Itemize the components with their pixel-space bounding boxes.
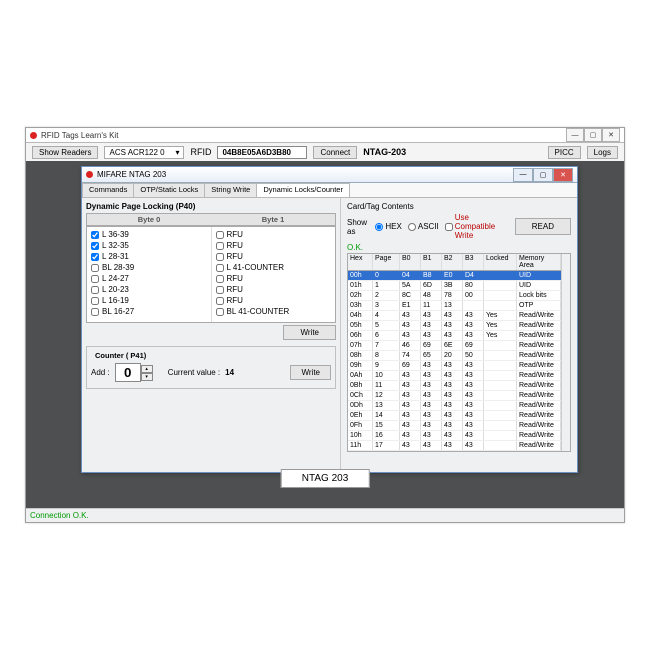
counter-add-input[interactable] (115, 363, 141, 382)
tab-bar: CommandsOTP/Static LocksString WriteDyna… (82, 183, 577, 198)
table-row[interactable]: 10h1643434343Read/Write (348, 431, 561, 441)
child-minimize-button[interactable]: — (513, 168, 533, 182)
record-icon (86, 171, 93, 178)
lock-bit-checkbox[interactable]: RFU (216, 251, 332, 262)
lock-bit-checkbox[interactable]: BL 16-27 (91, 306, 207, 317)
app-window: RFID Tags Learn's Kit — ▢ ✕ Show Readers… (25, 127, 625, 523)
memory-grid[interactable]: HexPageB0B1B2B3LockedMemory Area 00h004B… (347, 253, 571, 452)
table-row[interactable]: 07h746696E69Read/Write (348, 341, 561, 351)
tab-string-write[interactable]: String Write (204, 183, 257, 197)
lock-bit-checkbox[interactable]: L 41-COUNTER (216, 262, 332, 273)
lock-bit-checkbox[interactable]: L 20-23 (91, 284, 207, 295)
status-ok: O.K. (347, 243, 571, 252)
connect-button[interactable]: Connect (313, 146, 357, 159)
right-panel: Card/Tag Contents Show as HEX ASCII Use … (341, 198, 577, 474)
lock-bit-checkbox[interactable]: L 24-27 (91, 273, 207, 284)
app-title: RFID Tags Learn's Kit (41, 131, 118, 140)
lock-bit-checkbox[interactable]: RFU (216, 273, 332, 284)
reader-select[interactable]: ACS ACR122 0▾ (104, 146, 184, 159)
table-row[interactable]: 0Ch1243434343Read/Write (348, 391, 561, 401)
table-row[interactable]: 06h643434343YesRead/Write (348, 331, 561, 341)
read-button[interactable]: READ (515, 218, 571, 235)
lock-bit-checkbox[interactable]: RFU (216, 229, 332, 240)
hex-radio[interactable]: HEX (375, 222, 401, 231)
table-row[interactable]: 02h28C487800Lock bits (348, 291, 561, 301)
write-locks-button[interactable]: Write (283, 325, 336, 340)
child-window: MIFARE NTAG 203 — ▢ ✕ CommandsOTP/Static… (81, 166, 578, 473)
picc-button[interactable]: PICC (548, 146, 581, 159)
table-row[interactable]: 05h543434343YesRead/Write (348, 321, 561, 331)
table-row[interactable]: 01h15A6D3B80UID (348, 281, 561, 291)
table-row[interactable]: 0Fh1543434343Read/Write (348, 421, 561, 431)
scrollbar[interactable] (561, 254, 570, 451)
write-counter-button[interactable]: Write (290, 365, 331, 380)
lock-bit-checkbox[interactable]: L 36-39 (91, 229, 207, 240)
lock-bit-checkbox[interactable]: BL 41-COUNTER (216, 306, 332, 317)
table-row[interactable]: 11h1743434343Read/Write (348, 441, 561, 451)
canvas-label: NTAG 203 (281, 469, 370, 488)
lock-bits-list: L 36-39L 32-35L 28-31BL 28-39L 24-27L 20… (86, 226, 336, 323)
rfid-label: RFID (190, 147, 211, 157)
tab-dynamic-locks-counter[interactable]: Dynamic Locks/Counter (256, 183, 350, 197)
child-close-button[interactable]: ✕ (553, 168, 573, 182)
left-panel: Dynamic Page Locking (P40) Byte 0Byte 1 … (82, 198, 341, 474)
child-title: MIFARE NTAG 203 (97, 170, 166, 179)
show-readers-button[interactable]: Show Readers (32, 146, 98, 159)
contents-title: Card/Tag Contents (347, 202, 571, 211)
record-icon (30, 132, 37, 139)
minimize-button[interactable]: — (566, 128, 584, 142)
step-down-icon[interactable]: ▾ (141, 373, 153, 381)
main-toolbar: Show Readers ACS ACR122 0▾ RFID 04B8E05A… (26, 143, 624, 162)
table-row[interactable]: 0Dh1343434343Read/Write (348, 401, 561, 411)
lock-bit-checkbox[interactable]: L 32-35 (91, 240, 207, 251)
child-maximize-button[interactable]: ▢ (533, 168, 553, 182)
tab-otp-static-locks[interactable]: OTP/Static Locks (133, 183, 205, 197)
step-up-icon[interactable]: ▴ (141, 365, 153, 373)
table-row[interactable]: 03h3E11113OTP (348, 301, 561, 311)
counter-group: Counter ( P41) Add : ▴▾ Current value : … (86, 346, 336, 389)
child-titlebar: MIFARE NTAG 203 — ▢ ✕ (82, 167, 577, 183)
table-row[interactable]: 0Eh1443434343Read/Write (348, 411, 561, 421)
table-row[interactable]: 0Ah1043434343Read/Write (348, 371, 561, 381)
table-row[interactable]: 0Bh1143434343Read/Write (348, 381, 561, 391)
chevron-down-icon: ▾ (175, 148, 179, 157)
lock-bit-checkbox[interactable]: RFU (216, 240, 332, 251)
lock-bit-checkbox[interactable]: RFU (216, 284, 332, 295)
table-row[interactable]: 09h969434343Read/Write (348, 361, 561, 371)
logs-button[interactable]: Logs (587, 146, 618, 159)
dpl-title: Dynamic Page Locking (P40) (86, 202, 336, 211)
compatible-write-checkbox[interactable]: Use Compatible Write (445, 213, 509, 240)
lock-bit-checkbox[interactable]: L 16-19 (91, 295, 207, 306)
table-row[interactable]: 00h004B8E0D4UID (348, 271, 561, 281)
status-bar: Connection O.K. (26, 508, 624, 522)
tag-name-label: NTAG-203 (363, 147, 406, 157)
lock-bit-checkbox[interactable]: L 28-31 (91, 251, 207, 262)
tab-commands[interactable]: Commands (82, 183, 134, 197)
counter-add-stepper[interactable]: ▴▾ (115, 363, 153, 382)
close-button[interactable]: ✕ (602, 128, 620, 142)
table-row[interactable]: 08h874652050Read/Write (348, 351, 561, 361)
lock-bit-checkbox[interactable]: RFU (216, 295, 332, 306)
table-row[interactable]: 04h443434343YesRead/Write (348, 311, 561, 321)
maximize-button[interactable]: ▢ (584, 128, 602, 142)
ascii-radio[interactable]: ASCII (408, 222, 439, 231)
mdi-canvas: MIFARE NTAG 203 — ▢ ✕ CommandsOTP/Static… (26, 161, 624, 508)
lock-bit-checkbox[interactable]: BL 28-39 (91, 262, 207, 273)
app-titlebar: RFID Tags Learn's Kit — ▢ ✕ (26, 128, 624, 143)
rfid-input[interactable]: 04B8E05A6D3B80 (217, 146, 307, 159)
